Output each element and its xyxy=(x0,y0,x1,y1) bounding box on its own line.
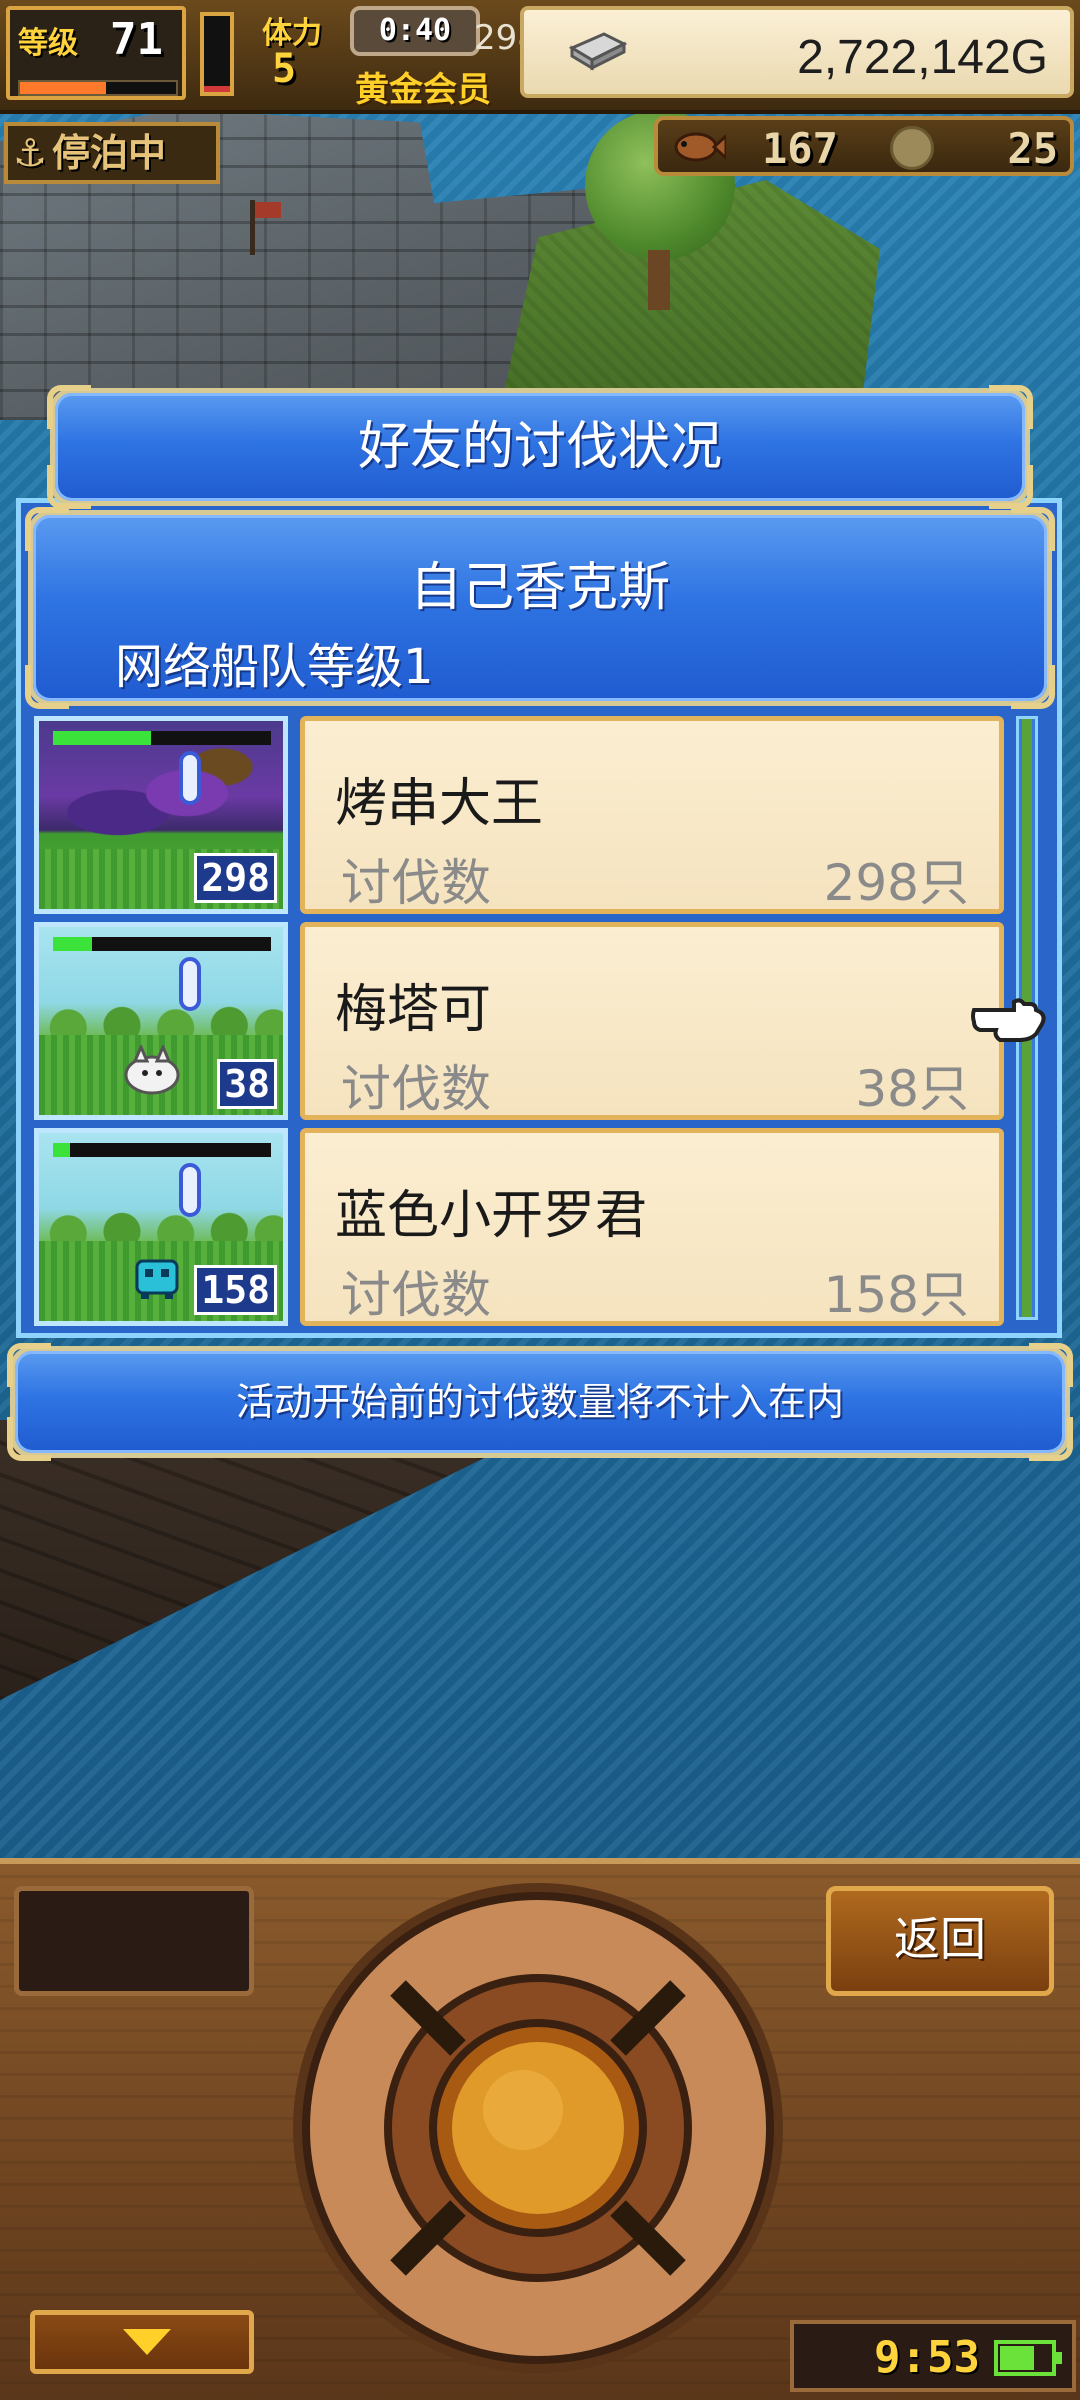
level-box: 等级 71 xyxy=(6,6,186,100)
friend-name: 蓝色小开罗君 xyxy=(335,1186,648,1246)
hp-bar-fill xyxy=(53,731,152,745)
friend-thumbnail: 38 xyxy=(34,922,288,1120)
friend-info-card: 烤串大王 讨伐数 298只 xyxy=(300,716,1004,914)
empty-slot xyxy=(14,1886,254,1996)
white-monster-icon xyxy=(124,1045,180,1095)
menu-toggle-button[interactable] xyxy=(30,2310,254,2374)
anchor-status-label: 停泊中 xyxy=(52,131,167,175)
resource-bar: 167 25 xyxy=(654,116,1074,176)
level-value: 71 xyxy=(110,14,163,65)
kill-count-label: 讨伐数 xyxy=(341,854,491,912)
alert-icon xyxy=(179,1163,201,1217)
back-button[interactable]: 返回 xyxy=(826,1886,1054,1996)
pointing-hand-icon xyxy=(971,998,1046,1042)
friend-row[interactable]: 158 蓝色小开罗君 讨伐数 158只 xyxy=(30,1128,1010,1328)
silver-ingot-icon xyxy=(568,32,628,71)
exp-bar xyxy=(18,80,178,96)
money-value: 2,722,142G xyxy=(797,31,1048,84)
kill-count-label: 讨伐数 xyxy=(341,1060,491,1118)
exp-bar-fill xyxy=(20,82,106,94)
level-label: 等级 xyxy=(18,26,78,61)
hp-bar-fill xyxy=(53,937,93,951)
ornament-corner xyxy=(1011,665,1055,709)
kill-count: 158只 xyxy=(823,1266,969,1324)
friend-info-card: 蓝色小开罗君 讨伐数 158只 xyxy=(300,1128,1004,1326)
clock-time: 9:53 xyxy=(874,2332,980,2383)
hp-bar xyxy=(53,731,271,745)
blue-monster-icon xyxy=(135,1259,179,1299)
dialog-title: 好友的讨伐状况 xyxy=(357,417,722,477)
self-name: 自己香克斯 xyxy=(409,558,670,618)
flag-icon xyxy=(255,202,281,218)
ornament-corner xyxy=(25,665,69,709)
friend-row[interactable]: 298 烤串大王 讨伐数 298只 xyxy=(30,716,1010,916)
stamina-gauge xyxy=(200,12,234,96)
anchor-status: ⚓ 停泊中 xyxy=(4,122,220,184)
alert-icon xyxy=(179,751,201,805)
hp-bar-fill xyxy=(53,1143,71,1157)
dialog-title-bar: 好友的讨伐状况 xyxy=(47,385,1033,509)
self-fleet-level: 网络船队等级1 xyxy=(115,639,434,695)
stamina-gauge-fill xyxy=(204,85,230,92)
battery-fill xyxy=(1000,2346,1034,2370)
kill-count: 38只 xyxy=(855,1060,969,1118)
stamina-value: 5 xyxy=(272,46,297,92)
self-info-panel: 自己香克斯 网络船队等级1 xyxy=(25,507,1055,709)
alert-icon xyxy=(179,957,201,1011)
kill-count-badge: 298 xyxy=(194,853,277,903)
chevron-down-icon xyxy=(123,2329,171,2355)
hp-bar xyxy=(53,1143,271,1157)
friend-name: 烤串大王 xyxy=(335,774,544,834)
stamina-timer: 0:40 xyxy=(350,6,480,56)
battery-icon xyxy=(994,2340,1062,2376)
ship-wheel-control[interactable] xyxy=(288,1878,788,2378)
hp-bar xyxy=(53,937,271,951)
fish-icon xyxy=(674,132,726,162)
kill-count-badge: 158 xyxy=(194,1265,277,1315)
kill-count: 298只 xyxy=(823,854,969,912)
tree-trunk xyxy=(648,250,670,310)
gold-member-label[interactable]: 黄金会员 xyxy=(355,62,491,111)
coin-count: 25 xyxy=(1007,124,1058,173)
friend-name: 梅塔可 xyxy=(335,980,492,1040)
friend-thumbnail: 298 xyxy=(34,716,288,914)
kill-count-label: 讨伐数 xyxy=(341,1266,491,1324)
money-display: 2,722,142G xyxy=(520,6,1074,98)
friend-thumbnail: 158 xyxy=(34,1128,288,1326)
notice-text: 活动开始前的讨伐数量将不计入在内 xyxy=(235,1380,844,1424)
anchor-icon: ⚓ xyxy=(12,131,48,175)
clock-display: 9:53 xyxy=(790,2320,1076,2392)
friend-row[interactable]: 38 梅塔可 讨伐数 38只 xyxy=(30,922,1010,1122)
game-screen: 等级 71 体力 5 0:40 黄金会员 298 2,722,142G ⚓ 停泊中 xyxy=(0,0,1080,2400)
coin-icon xyxy=(890,126,934,170)
fish-count: 167 xyxy=(762,124,838,173)
top-hud: 等级 71 体力 5 0:40 黄金会员 298 2,722,142G xyxy=(0,0,1080,114)
kill-count-badge: 38 xyxy=(217,1059,277,1109)
friend-info-card: 梅塔可 讨伐数 38只 xyxy=(300,922,1004,1120)
notice-bar: 活动开始前的讨伐数量将不计入在内 xyxy=(7,1343,1073,1461)
